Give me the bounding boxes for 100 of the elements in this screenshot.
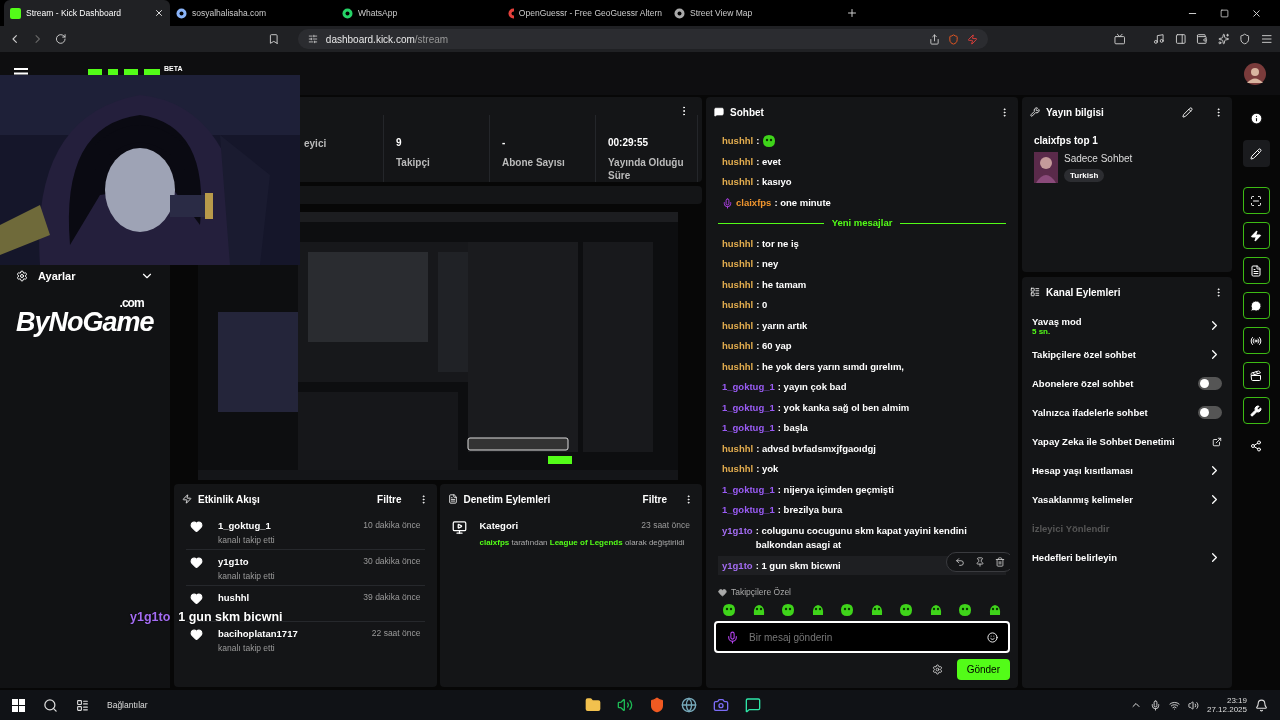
chat-message[interactable]: 1_goktug_1 : brezilya bura [718,500,1006,521]
channel-action[interactable]: Abonelere özel sohbet [1030,369,1224,398]
chat-message[interactable]: hushhl : tor ne iş [718,233,1006,254]
chat-message[interactable]: hushhl : ney [718,254,1006,275]
chat-username[interactable]: hushhl [722,236,754,251]
chat-username[interactable]: hushhl [722,257,754,272]
shield-icon [1239,33,1251,45]
chat-message[interactable]: hushhl : 0 [718,295,1006,316]
edit-button[interactable] [1242,140,1270,167]
chat-message[interactable]: hushhl : 60 yap [718,336,1006,357]
chat-message[interactable]: 1_goktug_1 : yayın çok bad [718,377,1006,398]
chat-message[interactable]: 1_goktug_1 : nijerya içimden geçmişti [718,479,1006,500]
chat-username[interactable]: hushhl [722,134,754,149]
chat-message[interactable]: y1g1to : colugunu cocugunu skm kapat yayini kendini balkondan asagi at [718,520,1006,556]
chat-message[interactable]: claixfps : one minute [718,192,1006,213]
browser-tab[interactable]: sosyalhalisaha.com [170,0,336,26]
chat-message[interactable]: hushhl : he tamam [718,274,1006,295]
play-window-icon [451,520,467,535]
chat-text: : 60 yap [756,339,792,353]
document-button[interactable] [1242,257,1270,284]
heart-icon [190,592,203,605]
browser-tab[interactable]: Street View Map [668,0,834,26]
filter-button[interactable]: Filtre [377,493,402,505]
chat-username[interactable]: 1_goktug_1 [722,503,775,518]
chat-username[interactable]: 1_goktug_1 [722,421,775,436]
scan-button[interactable] [1242,187,1270,214]
browser-tab[interactable]: Stream - Kick Dashboard [4,0,170,26]
chat-button[interactable] [1242,292,1270,319]
toggle-switch[interactable] [1198,406,1222,419]
chat-text: : nijerya içimden geçmişti [777,482,894,497]
chat-username[interactable]: hushhl [722,339,754,354]
chat-message[interactable]: hushhl : yok [718,459,1006,480]
channel-action[interactable]: Yapay Zeka ile Sohbet Denetimi [1030,427,1224,456]
document-icon [447,494,458,504]
channel-action[interactable]: Takipçilere özel sohbet [1030,340,1224,369]
browser-tab[interactable]: OpenGuessr - Free GeoGuessr Altern [502,0,668,26]
edit-icon [1182,106,1193,118]
emote-icon [781,603,796,617]
globe-icon [681,697,697,713]
wallet-icon [1196,33,1208,45]
new-messages-divider: Yeni mesajlar [718,213,1006,234]
kick-favicon-icon [10,7,21,19]
chat-username[interactable]: claixfps [736,195,772,210]
lightning-button[interactable] [1242,222,1270,249]
avatar[interactable] [1244,62,1266,85]
chat-message[interactable]: hushhl : kasıyo [718,172,1006,193]
event-action: kanalı takip etti [218,571,276,581]
category-name[interactable]: Sadece Sohbet [1064,152,1220,164]
clapperboard-button[interactable] [1242,362,1270,389]
chat-username[interactable]: hushhl [722,298,754,313]
info-icon [1249,112,1263,125]
microphone-icon [722,197,733,209]
emote-icon [987,603,1002,617]
channel-action[interactable]: Yavaş mod 5 sn. [1030,311,1224,340]
chat-username[interactable]: hushhl [722,441,754,456]
channel-action[interactable]: Yalnızca ifadelerle sohbet [1030,398,1224,427]
chat-username[interactable]: hushhl [722,318,754,333]
toggle-switch[interactable] [1198,377,1222,390]
filter-button[interactable]: Filtre [642,493,667,505]
shield-icon [948,33,960,45]
windows-icon[interactable] [12,698,25,712]
chat-username[interactable]: 1_goktug_1 [722,380,775,395]
chat-message[interactable]: hushhl : he yok ders yarın sımdı gırelım, [718,356,1006,377]
chat-message[interactable]: hushhl : yarın artık [718,315,1006,336]
wrench-button[interactable] [1242,397,1270,424]
emote-icon [840,603,855,617]
chat-message[interactable]: 1_goktug_1 : başla [718,418,1006,439]
channel-action[interactable]: Hedefleri belirleyin [1030,543,1224,572]
broadcast-icon [1250,334,1262,347]
channel-action[interactable]: Hesap yaşı kısıtlaması [1030,456,1224,485]
chat-username[interactable]: hushhl [722,175,754,190]
taskbar-label[interactable]: Bağlantılar [107,700,148,710]
chat-username[interactable]: hushhl [722,277,754,292]
chat-message[interactable]: hushhl : evet [718,151,1006,172]
chat-username[interactable]: 1_goktug_1 [722,482,775,497]
broadcast-button[interactable] [1242,327,1270,354]
chat-message[interactable]: hushhl : [718,131,1006,152]
chat-username[interactable]: hushhl [722,359,754,374]
heart-icon [190,628,203,641]
document-icon [1250,264,1262,277]
external-link-icon [1212,436,1222,447]
sparkle-icon [1217,33,1230,45]
address-field[interactable]: dashboard.kick.com/stream [297,29,989,49]
chat-text: : yayın çok bad [777,380,847,394]
browser-tab[interactable]: WhatsApp [336,0,502,26]
channel-action[interactable]: Yasaklanmış kelimeler [1030,485,1224,514]
chat-username[interactable]: hushhl [722,462,754,477]
target-icon [508,7,514,19]
chat-username[interactable]: 1_goktug_1 [722,400,775,415]
chat-message[interactable]: 1_goktug_1 : yok kanka sağ ol ben almim [718,397,1006,418]
chat-username[interactable]: y1g1to [722,523,753,538]
edit-icon [1250,147,1262,160]
chat-username[interactable]: y1g1to [722,558,753,573]
settings-menu[interactable]: Ayarlar [0,269,170,283]
chat-message[interactable]: hushhl : advsd bvfadsmxjfgaoıdgj [718,438,1006,459]
chat-username[interactable]: hushhl [722,154,754,169]
send-button[interactable]: Gönder [956,659,1010,680]
close-icon [1251,7,1262,19]
event-action: kanalı takip etti [218,643,276,653]
message-input[interactable]: Bir mesaj gönderin [714,621,1010,653]
